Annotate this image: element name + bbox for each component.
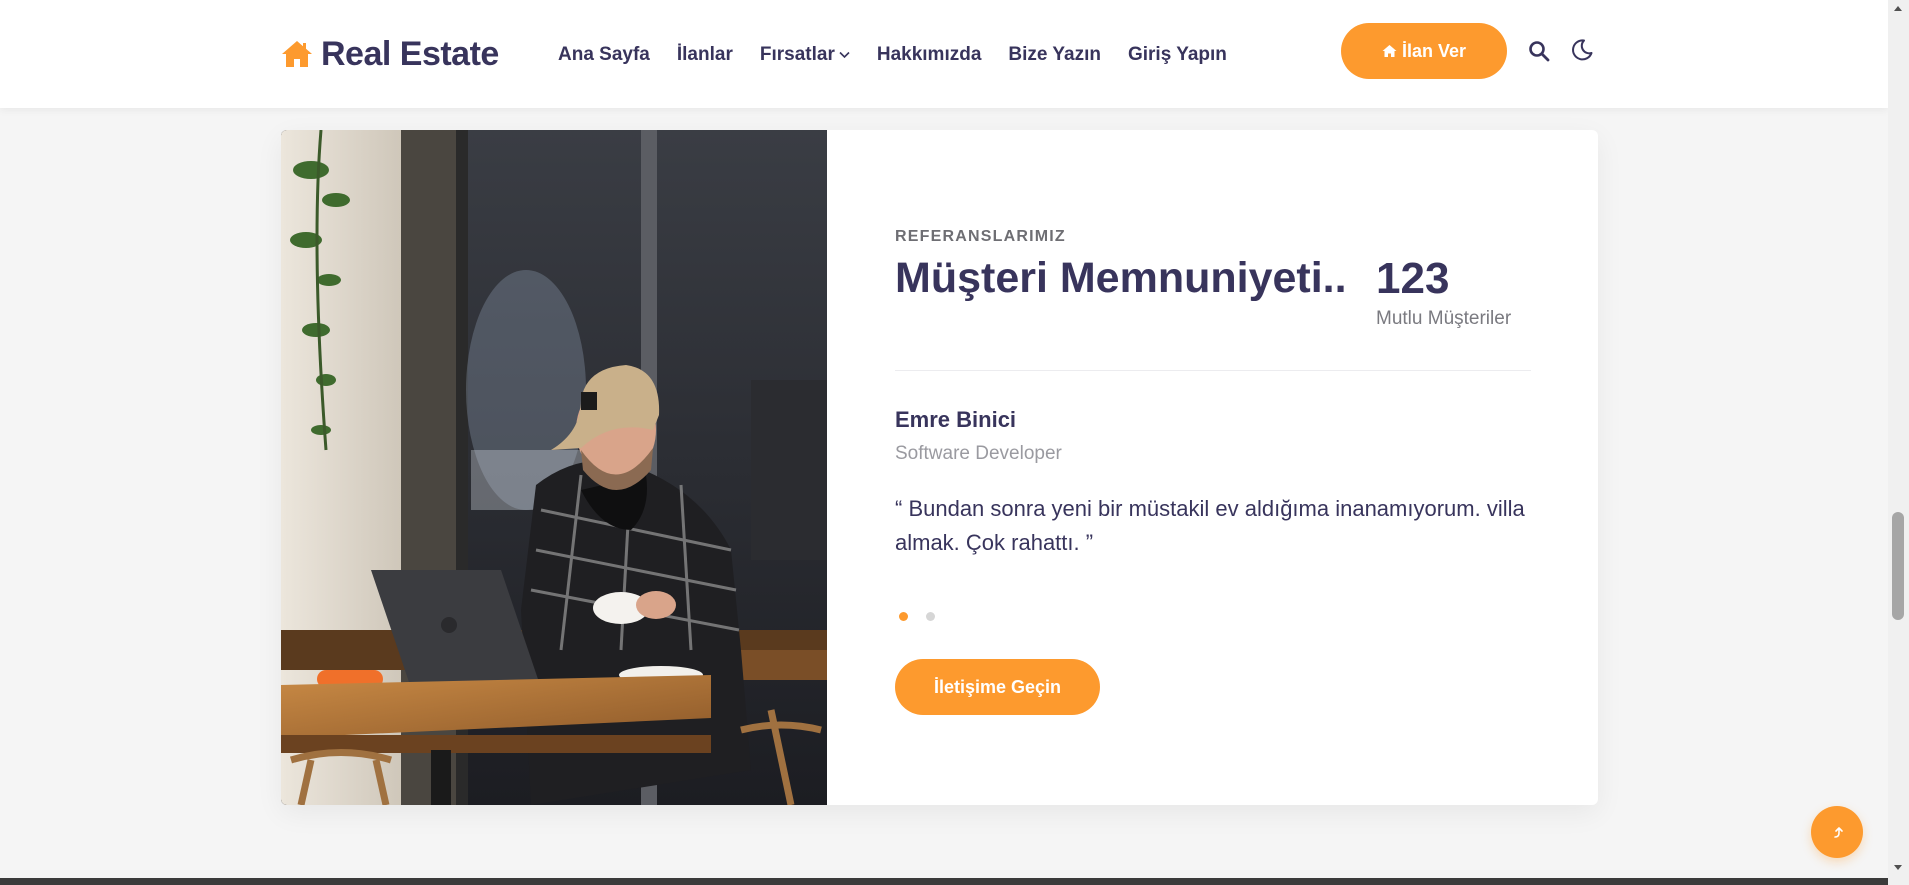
home-icon xyxy=(282,41,312,67)
reviewer-role: Software Developer xyxy=(895,443,1062,464)
section-eyebrow: REFERANSLARIMIZ xyxy=(895,228,1066,245)
nav-item-login[interactable]: Giriş Yapın xyxy=(1128,44,1227,66)
happy-customers-count: 123 xyxy=(1376,254,1450,303)
back-to-top-button[interactable] xyxy=(1811,806,1863,858)
section-title: Müşteri Memnuniyeti.. xyxy=(895,254,1347,302)
nav-item-opportunities[interactable]: Fırsatlar xyxy=(760,44,850,66)
logo-link[interactable]: Real Estate xyxy=(281,34,499,74)
post-listing-label: İlan Ver xyxy=(1401,40,1467,61)
carousel-dot-2[interactable] xyxy=(926,612,935,621)
reviewer-name: Emre Binici xyxy=(895,407,1017,432)
happy-customers-label: Mutlu Müşteriler xyxy=(1376,308,1512,329)
nav-label: Hakkımızda xyxy=(876,44,982,65)
nav-label: Ana Sayfa xyxy=(558,44,650,65)
divider xyxy=(895,370,1531,371)
nav-label: Bize Yazın xyxy=(1008,44,1101,65)
search-button[interactable] xyxy=(1525,37,1553,65)
scroll-down-arrow-icon[interactable] xyxy=(1892,862,1904,874)
search-icon xyxy=(1529,41,1550,62)
carousel-dots xyxy=(899,612,935,621)
contact-button[interactable]: İletişime Geçin xyxy=(895,659,1100,715)
scroll-up-arrow-icon[interactable] xyxy=(1892,2,1904,14)
site-header: Real Estate Ana Sayfa İlanlar Fırsatlar … xyxy=(0,0,1888,108)
page-scrollbar[interactable] xyxy=(1888,0,1909,885)
testimonial-photo xyxy=(281,130,827,805)
post-listing-button[interactable]: İlan Ver xyxy=(1341,23,1507,79)
man-with-laptop-photo xyxy=(281,130,827,805)
testimonial-content: REFERANSLARIMIZ Müşteri Memnuniyeti.. 12… xyxy=(895,130,1535,805)
moon-icon xyxy=(1572,39,1593,61)
bottom-window-edge xyxy=(0,878,1888,885)
nav-label: Giriş Yapın xyxy=(1127,44,1227,65)
testimonial-card: REFERANSLARIMIZ Müşteri Memnuniyeti.. 12… xyxy=(281,130,1598,805)
chevron-down-icon xyxy=(839,51,850,59)
nav-label: Fırsatlar xyxy=(759,44,835,65)
testimonial-quote: “ Bundan sonra yeni bir müstakil ev aldı… xyxy=(895,496,1525,555)
nav-item-listings[interactable]: İlanlar xyxy=(677,44,733,66)
nav-item-about[interactable]: Hakkımızda xyxy=(877,44,982,66)
nav-item-contact[interactable]: Bize Yazın xyxy=(1008,44,1101,66)
logo-text: Real Estate xyxy=(321,34,499,73)
nav-item-home[interactable]: Ana Sayfa xyxy=(558,44,650,66)
arrow-up-icon xyxy=(1834,827,1843,838)
carousel-dot-1[interactable] xyxy=(899,612,908,621)
home-icon xyxy=(1382,45,1397,57)
scrollbar-thumb[interactable] xyxy=(1892,512,1904,620)
nav-label: İlanlar xyxy=(676,44,733,65)
theme-toggle[interactable] xyxy=(1568,36,1596,64)
main-nav: Ana Sayfa İlanlar Fırsatlar Hakkımızda B… xyxy=(558,42,1227,68)
